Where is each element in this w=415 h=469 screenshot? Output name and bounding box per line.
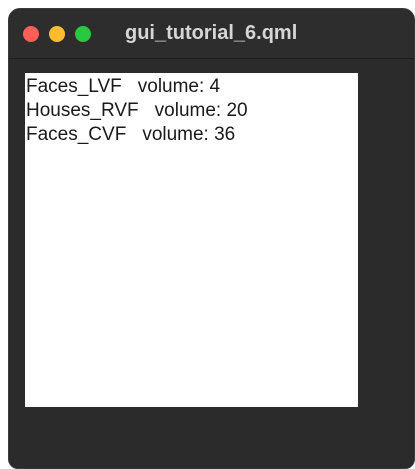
list-item[interactable]: Houses_RVF volume: 20 [25,100,358,124]
minimize-window-button[interactable] [49,26,65,42]
item-volume: volume: 4 [137,76,221,97]
close-window-button[interactable] [23,26,39,42]
app-window: gui_tutorial_6.qml Faces_LVF volume: 4 H… [8,8,415,469]
window-content: Faces_LVF volume: 4 Houses_RVF volume: 2… [9,59,414,468]
list-view[interactable]: Faces_LVF volume: 4 Houses_RVF volume: 2… [25,73,358,407]
list-item[interactable]: Faces_CVF volume: 36 [25,124,358,148]
window-title: gui_tutorial_6.qml [125,22,298,44]
item-name: Faces_CVF [26,124,127,145]
item-volume: volume: 36 [142,124,236,145]
title-bar[interactable]: gui_tutorial_6.qml [9,9,414,59]
zoom-window-button[interactable] [75,26,91,42]
list-item[interactable]: Faces_LVF volume: 4 [25,76,358,100]
item-volume: volume: 20 [154,100,248,121]
item-name: Faces_LVF [26,76,122,97]
item-name: Houses_RVF [26,100,139,121]
